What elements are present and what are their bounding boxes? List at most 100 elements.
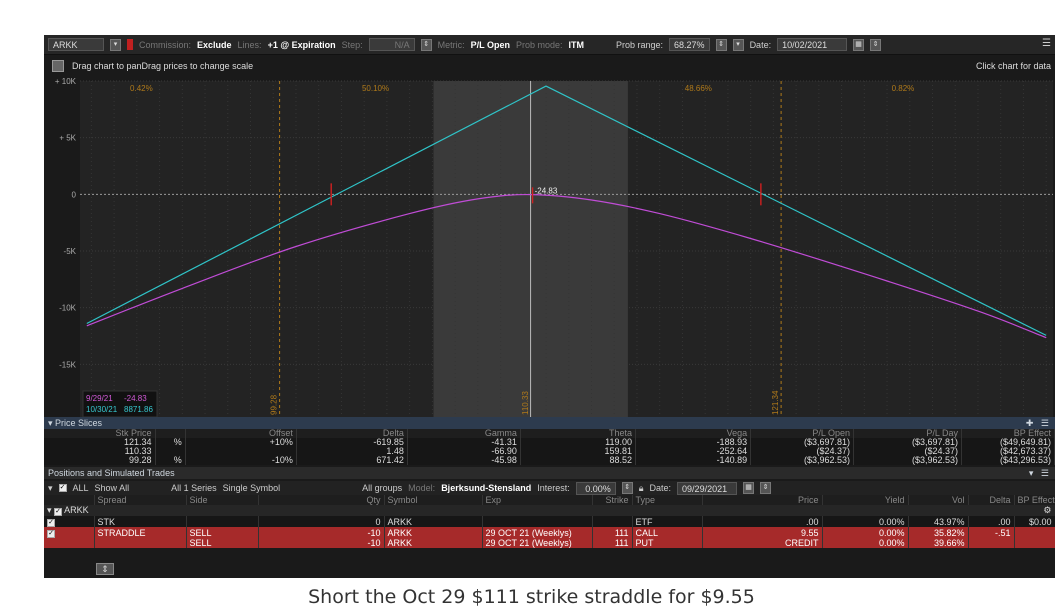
date-spinner-icon[interactable]: ⇕ (870, 38, 882, 51)
positions-col-header[interactable]: Delta (968, 495, 1015, 505)
chart-settings-icon[interactable] (52, 60, 64, 72)
positions-col-header[interactable]: Spread (94, 495, 187, 505)
show-all-select[interactable]: Show All (95, 483, 130, 493)
price-slice-row[interactable]: 110.33 1.48 -66.90 159.81 -252.64 ($24.37) ($2… (44, 447, 1055, 456)
position-strike-cell[interactable]: 111 (592, 527, 633, 538)
price-slice-cell[interactable]: 121.34 (44, 438, 156, 447)
price-slices-col-header[interactable]: Theta (520, 429, 637, 438)
position-side-cell[interactable]: SELL (186, 527, 259, 538)
positions-col-header[interactable]: Symbol (384, 495, 483, 505)
symbol-field[interactable]: ARKK (48, 38, 104, 51)
price-slice-row[interactable]: 99.28% -10% 671.42 -45.98 88.52 -140.89 ($3,96… (44, 456, 1055, 465)
risk-profile-chart[interactable]: + 10K+ 5K0-5K-10K-15K-20K 91929394959697… (44, 77, 1055, 441)
position-vol-cell[interactable]: 43.97% (908, 516, 969, 527)
position-qty-cell[interactable]: -10 (258, 538, 385, 548)
positions-col-header[interactable]: Exp (482, 495, 593, 505)
position-yield-cell[interactable]: 0.00% (822, 516, 909, 527)
symbol-dropdown-icon[interactable]: ▾ (110, 38, 121, 51)
position-checkbox-cell[interactable]: ✓ (44, 527, 95, 538)
group-checkbox[interactable]: ✓ (54, 508, 63, 516)
collapse-icon[interactable]: ▾ (48, 418, 53, 428)
prob-range-dropdown-icon[interactable]: ▾ (732, 38, 744, 51)
position-vol-cell[interactable]: 35.82% (908, 527, 969, 538)
positions-col-header[interactable]: Price (702, 495, 823, 505)
positions-col-header[interactable]: Vol (908, 495, 969, 505)
positions-col-header[interactable]: BP Effect (1014, 495, 1055, 505)
position-qty-cell[interactable]: -10 (258, 527, 385, 538)
select-all-checkbox[interactable]: ✓ (58, 484, 67, 492)
position-side-cell[interactable] (186, 516, 259, 527)
model-select[interactable]: Bjerksund-Stensland (441, 483, 531, 493)
position-yield-cell[interactable]: 0.00% (822, 527, 909, 538)
position-delta-cell[interactable]: -.51 (968, 527, 1015, 538)
series-filter[interactable]: All 1 Series (171, 483, 217, 493)
price-slice-cell[interactable]: 99.28 (44, 456, 156, 465)
position-type-cell[interactable]: PUT (632, 538, 703, 548)
position-exp-cell[interactable]: 29 OCT 21 (Weeklys) (482, 538, 593, 548)
price-slices-col-header[interactable]: P/L Day (853, 429, 963, 438)
position-qty-cell[interactable]: 0 (258, 516, 385, 527)
positions-col-header[interactable]: Qty (258, 495, 385, 505)
symbol-filter[interactable]: Single Symbol (223, 483, 281, 493)
position-bp-cell[interactable] (1014, 527, 1055, 538)
scroll-handle-icon[interactable]: ⇕ (96, 563, 114, 575)
price-slice-cell[interactable]: +10% (185, 438, 297, 447)
position-spread-cell[interactable] (94, 538, 187, 548)
position-yield-cell[interactable]: 0.00% (822, 538, 909, 548)
position-bp-cell[interactable]: $0.00 (1014, 516, 1055, 527)
position-exp-cell[interactable]: 29 OCT 21 (Weeklys) (482, 527, 593, 538)
step-spinner-icon[interactable]: ⇕ (420, 38, 432, 51)
price-slices-col-header[interactable]: Delta (296, 429, 408, 438)
positions-col-header[interactable] (44, 495, 95, 505)
position-row[interactable]: ✓ STK 0 ARKK ETF .00 0.00% 43.97% .00 $0.00 (44, 516, 1055, 527)
group-row[interactable]: ▾ ✓ ARKK ⚙ (44, 505, 1055, 516)
prob-mode-select[interactable]: ITM (569, 40, 585, 50)
position-price-cell[interactable]: .00 (702, 516, 823, 527)
pos-calendar-icon[interactable]: ▦ (743, 482, 755, 494)
position-type-cell[interactable]: CALL (632, 527, 703, 538)
position-row[interactable]: SELL -10 ARKK 29 OCT 21 (Weeklys) 111 PUT CRED… (44, 538, 1055, 548)
position-type-cell[interactable]: ETF (632, 516, 703, 527)
commission-select[interactable]: Exclude (197, 40, 232, 50)
group-settings-icon[interactable]: ⚙ (1043, 505, 1051, 515)
position-price-cell[interactable]: CREDIT (702, 538, 823, 548)
position-checkbox-cell[interactable] (44, 538, 95, 548)
positions-col-header[interactable]: Type (632, 495, 703, 505)
position-delta-cell[interactable] (968, 538, 1015, 548)
interest-field[interactable]: 0.00% (575, 481, 616, 495)
position-checkbox[interactable]: ✓ (47, 519, 55, 527)
prob-range-spinner-icon[interactable]: ⇕ (715, 38, 727, 51)
position-bp-cell[interactable] (1014, 538, 1055, 548)
position-vol-cell[interactable]: 39.66% (908, 538, 969, 548)
step-field[interactable]: N/A (368, 38, 415, 51)
positions-col-header[interactable]: Side (186, 495, 259, 505)
price-slices-header[interactable]: ▾ Price Slices ✚ ☰ (44, 417, 1055, 429)
metric-select[interactable]: P/L Open (471, 40, 510, 50)
lines-select[interactable]: +1 @ Expiration (268, 40, 336, 50)
calendar-icon[interactable]: ▦ (853, 38, 865, 51)
position-side-cell[interactable]: SELL (186, 538, 259, 548)
pos-date-spinner-icon[interactable]: ⇕ (760, 482, 772, 494)
price-slice-cell[interactable]: -10% (185, 456, 297, 465)
pos-date-field[interactable]: 09/29/2021 (677, 481, 738, 495)
price-slice-cell[interactable] (185, 447, 297, 456)
price-slice-cell[interactable]: 110.33 (44, 447, 156, 456)
group-collapse-icon[interactable]: ▾ (47, 505, 52, 515)
position-symbol-cell[interactable]: ARKK (384, 538, 483, 548)
prob-range-field[interactable]: 68.27% (669, 38, 710, 51)
interest-spinner-icon[interactable]: ⇕ (621, 482, 633, 494)
lock-icon[interactable]: 🔒︎ (639, 483, 644, 494)
price-slices-col-header[interactable]: Vega (635, 429, 752, 438)
position-checkbox[interactable]: ✓ (47, 530, 55, 538)
price-slices-col-header[interactable]: BP Effect (961, 429, 1055, 438)
price-slices-col-header[interactable]: P/L Open (750, 429, 855, 438)
position-row[interactable]: ✓ STRADDLE SELL -10 ARKK 29 OCT 21 (Weeklys) 1… (44, 527, 1055, 538)
position-symbol-cell[interactable]: ARKK (384, 527, 483, 538)
price-slices-col-header[interactable]: Gamma (407, 429, 521, 438)
position-symbol-cell[interactable]: ARKK (384, 516, 483, 527)
position-delta-cell[interactable]: .00 (968, 516, 1015, 527)
price-slices-col-header[interactable] (155, 429, 186, 438)
positions-menu-icon[interactable]: ▾ ☰ (1029, 467, 1049, 479)
positions-col-header[interactable]: Yield (822, 495, 909, 505)
menu-icon[interactable]: ☰ (1042, 38, 1051, 49)
